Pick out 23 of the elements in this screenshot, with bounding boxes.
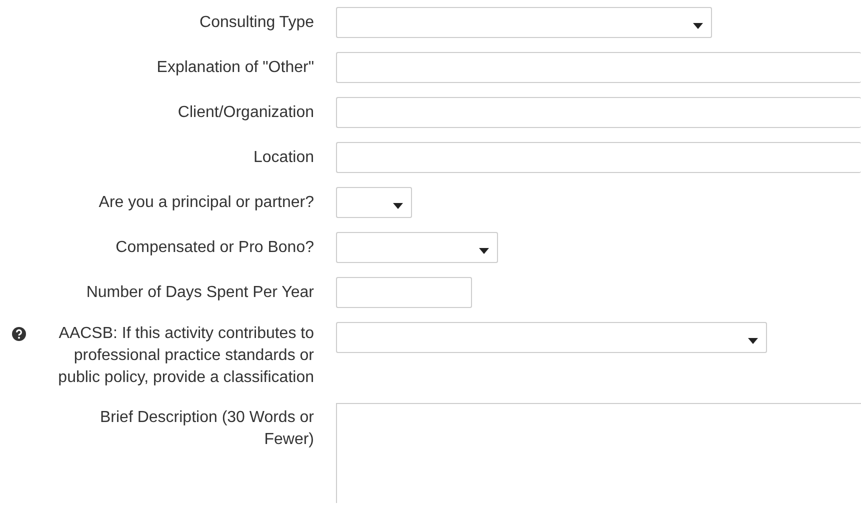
caret-icon (693, 22, 703, 28)
field-label: Client/Organization (176, 103, 315, 123)
input-field[interactable] (336, 97, 861, 128)
dropdown[interactable] (336, 232, 498, 263)
caret-icon (748, 338, 758, 344)
caret-icon (479, 248, 489, 254)
field-label: Consulting Type (198, 13, 315, 33)
help-icon[interactable] (12, 327, 26, 341)
dropdown[interactable] (336, 7, 712, 38)
caret-icon (393, 202, 403, 208)
field-label: Are you a principal or partner? (98, 193, 315, 213)
input-field[interactable] (336, 142, 861, 173)
field-label: Number of Days Spent Per Year (85, 283, 315, 303)
field-label: Location (252, 148, 315, 168)
field-label: AACSB: If this activity contributes to professional practice standards or public policy, provide a classification (57, 324, 314, 388)
field-label: Compensated or Pro Bono? (114, 238, 315, 258)
input-field[interactable] (336, 52, 861, 83)
field-label: Brief Description (30 Words or Fewer) (99, 408, 315, 450)
dropdown[interactable] (336, 187, 412, 218)
dropdown[interactable] (336, 322, 767, 353)
text-area[interactable] (336, 403, 861, 503)
field-label: Explanation of "Other" (156, 58, 315, 78)
input-field[interactable] (336, 277, 472, 308)
